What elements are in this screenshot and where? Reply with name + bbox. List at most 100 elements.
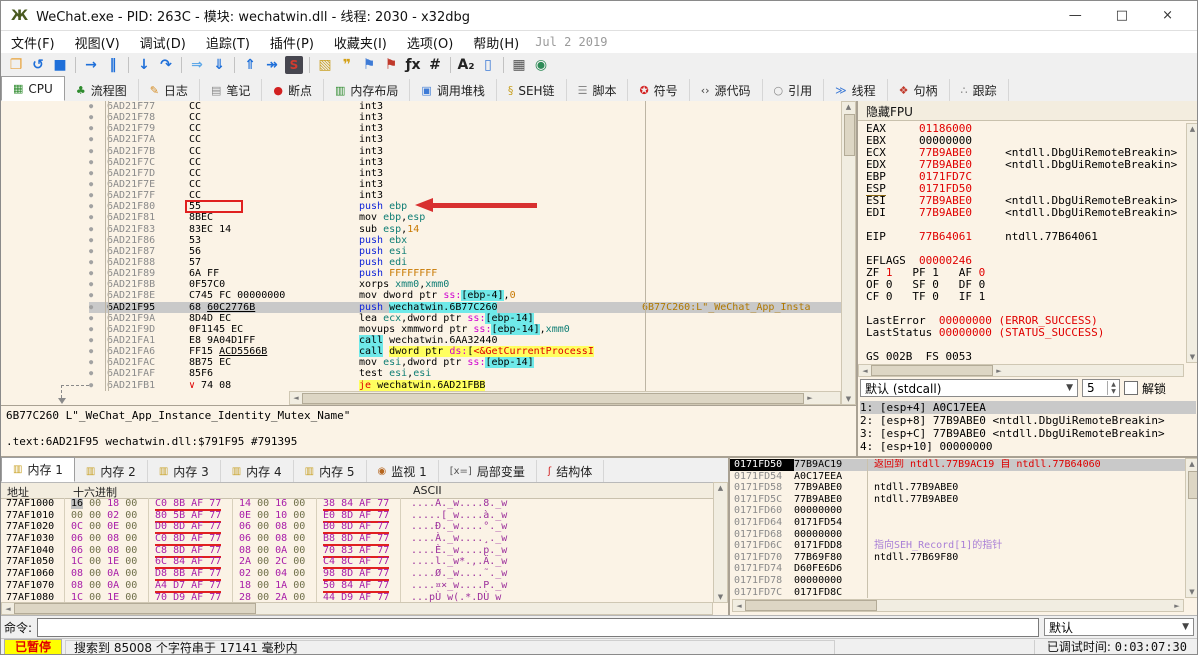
disasm-row[interactable]: ● 6AD21F78 CC int3	[1, 112, 841, 123]
scroll-up-icon[interactable]: ▲	[1186, 459, 1197, 469]
scroll-up-icon[interactable]: ▲	[843, 102, 855, 112]
menu-item[interactable]: 选项(O)	[397, 33, 463, 52]
run-to-cursor-icon[interactable]: ⇒	[186, 55, 208, 75]
tab-threads[interactable]: ≫ 线程	[824, 79, 888, 101]
disasm-vscrollbar[interactable]: ▲ ▼	[841, 101, 856, 405]
disasm-row[interactable]: ● 6AD21FAF 85F6 test esi,esi	[1, 368, 841, 379]
globe-icon[interactable]: ◉	[530, 55, 552, 75]
tab-seh[interactable]: § SEH链	[497, 79, 567, 101]
stack-row[interactable]: 0171FD7C 0171FD8C	[730, 586, 1185, 598]
restart-icon[interactable]: ↺	[27, 55, 49, 75]
open-file-icon[interactable]: ❐	[5, 55, 27, 75]
tab-dump-1[interactable]: ▥ 内存 1	[1, 457, 75, 482]
step-over-icon[interactable]: ↷	[155, 55, 177, 75]
menu-item[interactable]: 插件(P)	[260, 33, 324, 52]
stack-row[interactable]: 0171FD68 00000000	[730, 528, 1185, 541]
minimize-button[interactable]: —	[1069, 8, 1082, 23]
stack-row[interactable]: 0171FD74 D60FE6D6	[730, 563, 1185, 575]
stack-row[interactable]: 0171FD64 0171FD54	[730, 516, 1185, 529]
disasm-row[interactable]: ● 6AD21F86 53 push ebx	[1, 235, 841, 246]
tab-source[interactable]: ‹› 源代码	[690, 79, 763, 101]
tab-dump-2[interactable]: ▥ 内存 2	[75, 460, 148, 482]
dump-row[interactable]: 77AF1040 06 00 08 00 C8 8D AF 77 08 00 0A 0…	[1, 544, 713, 558]
scroll-thumb[interactable]	[1188, 471, 1197, 499]
ascii-icon[interactable]: A₂	[455, 55, 477, 75]
disasm-row[interactable]: ● 6AD21FA6 FF15 ACD5566B call dword ptr ds:…	[1, 346, 841, 358]
pause-icon[interactable]: ‖	[102, 55, 124, 75]
unlock-checkbox[interactable]: 解锁	[1124, 380, 1166, 397]
register-row[interactable]: EIP 77B64061 ntdll.77B64061	[866, 231, 1184, 243]
scroll-right-icon[interactable]: ►	[804, 393, 816, 403]
menu-item[interactable]: 文件(F)	[1, 33, 65, 52]
dump-row[interactable]: 77AF1020 0C 00 0E 00 D0 8D AF 77 06 00 08 0…	[1, 521, 713, 535]
scroll-left-icon[interactable]: ◄	[2, 604, 14, 614]
disasm-row[interactable]: ● 6AD21F8E C745 FC 00000000 mov dword ptr s…	[1, 290, 841, 302]
disasm-row[interactable]: ● 6AD21F83 83EC 14 sub esp,14	[1, 224, 841, 235]
disasm-row[interactable]: ● 6AD21FB1 ∨ 74 08 je wechatwin.6AD21FBB	[1, 379, 841, 391]
tab-dump-4[interactable]: ▥ 内存 4	[221, 460, 294, 482]
calling-convention-select[interactable]: 默认 (stdcall) ▼	[860, 379, 1078, 397]
disasm-row[interactable]: ● 6AD21F7C CC int3	[1, 157, 841, 168]
menu-item[interactable]: 视图(V)	[65, 33, 130, 52]
dump-row[interactable]: 77AF1010 00 00 02 00 80 5B AF 77 0E 00 10 0…	[1, 509, 713, 523]
scroll-right-icon[interactable]: ►	[1171, 601, 1183, 611]
call-argument-row[interactable]: 1: [esp+4] A0C17EEA	[860, 401, 1196, 414]
scroll-up-icon[interactable]: ▲	[715, 483, 727, 493]
tab-dump-3[interactable]: ▥ 内存 3	[148, 460, 221, 482]
scroll-thumb[interactable]	[302, 392, 804, 404]
menu-item[interactable]: 收藏夹(I)	[324, 33, 397, 52]
patch-icon[interactable]: ▧	[314, 55, 336, 75]
scroll-thumb[interactable]	[745, 600, 877, 611]
bookmark-icon[interactable]: ⚑	[380, 55, 402, 75]
scroll-thumb[interactable]	[14, 603, 256, 614]
spinner-arrows-icon[interactable]: ▲ ▼	[1107, 381, 1119, 395]
dump-row[interactable]: 77AF1030 06 00 08 00 C0 8D AF 77 06 00 08 0…	[1, 533, 713, 547]
command-input[interactable]	[37, 617, 1039, 637]
tab-trace[interactable]: ∴ 跟踪	[950, 79, 1009, 101]
tab-watch-1[interactable]: ◉ 监视 1	[367, 460, 439, 482]
disasm-row[interactable]: ● 6AD21F77 CC int3	[1, 101, 841, 112]
comment-icon[interactable]: ❞	[336, 55, 358, 75]
tab-symbols[interactable]: ✪ 符号	[628, 79, 690, 101]
disasm-hscrollbar[interactable]: ◄ ►	[289, 391, 841, 405]
disasm-row[interactable]: ● 6AD21F7B CC int3	[1, 146, 841, 157]
scroll-up-icon[interactable]: ▲	[1187, 124, 1198, 134]
disasm-row[interactable]: ● 6AD21F88 57 push edi	[1, 257, 841, 268]
scroll-thumb[interactable]	[871, 365, 993, 376]
tab-struct[interactable]: ʃ 结构体	[537, 460, 605, 482]
disasm-row[interactable]: ● 6AD21F79 CC int3	[1, 123, 841, 134]
hash-icon[interactable]: #	[424, 55, 446, 75]
dump-row[interactable]: 77AF1070 08 00 0A 00 A4 D7 AF 77 18 00 1A 0…	[1, 579, 713, 593]
menu-item[interactable]: 追踪(T)	[196, 33, 260, 52]
register-row[interactable]: CF 0 TF 0 IF 1	[866, 291, 1184, 303]
stack-row[interactable]: 0171FD70 77B69F80 ntdll.77B69F80	[730, 551, 1185, 564]
run-to-user-code-icon[interactable]: ↠	[261, 55, 283, 75]
scroll-down-icon[interactable]: ▼	[715, 592, 727, 602]
registers-vscrollbar[interactable]: ▲ ▼	[1186, 123, 1198, 363]
step-out-icon[interactable]: ⇑	[239, 55, 261, 75]
calculator-icon[interactable]: ▦	[508, 55, 530, 75]
label-icon[interactable]: ⚑	[358, 55, 380, 75]
tab-references[interactable]: ○ 引用	[763, 79, 825, 101]
col-ascii[interactable]: ASCII	[413, 484, 442, 497]
disasm-row[interactable]: ● 6AD21F7A CC int3	[1, 134, 841, 145]
skip-next-icon[interactable]: S	[283, 55, 305, 75]
scroll-left-icon[interactable]: ◄	[290, 393, 302, 403]
command-script-select[interactable]: 默认 ▼	[1044, 618, 1194, 636]
scroll-thumb[interactable]	[844, 114, 855, 156]
register-row[interactable]: LastStatus 00000000 (STATUS_SUCCESS)	[866, 327, 1184, 339]
stack-row[interactable]: 0171FD60 00000000	[730, 505, 1185, 517]
tab-log[interactable]: ✎ 日志	[139, 79, 200, 101]
dump-row[interactable]: 77AF1000 16 00 18 00 C0 8B AF 77 14 00 16 0…	[1, 498, 713, 511]
register-row[interactable]: GS 002B FS 0053	[866, 351, 1184, 363]
dump-vscrollbar[interactable]: ▲ ▼	[713, 482, 728, 603]
stack-row[interactable]: 0171FD50 77B9AC19 返回到 ntdll.77B9AC19 自 ntd…	[730, 459, 1185, 471]
dump-row[interactable]: 77AF1050 1C 00 1E 00 6C 84 AF 77 2A 00 2C 0…	[1, 556, 713, 570]
maximize-button[interactable]: □	[1116, 8, 1128, 23]
scroll-down-icon[interactable]: ▼	[1187, 352, 1198, 362]
stack-row[interactable]: 0171FD6C 0171FDD8 指向SEH_Record[1]的指针	[730, 540, 1185, 552]
tab-memory-map[interactable]: ▥ 内存布局	[324, 79, 411, 101]
scroll-right-icon[interactable]: ►	[993, 366, 1005, 376]
call-argument-row[interactable]: 2: [esp+8] 77B9ABE0 <ntdll.DbgUiRemoteBr…	[860, 414, 1196, 427]
disasm-row[interactable]: ● 6AD21F95 68 60C2776B push wechatwin.6B77C…	[1, 301, 841, 313]
